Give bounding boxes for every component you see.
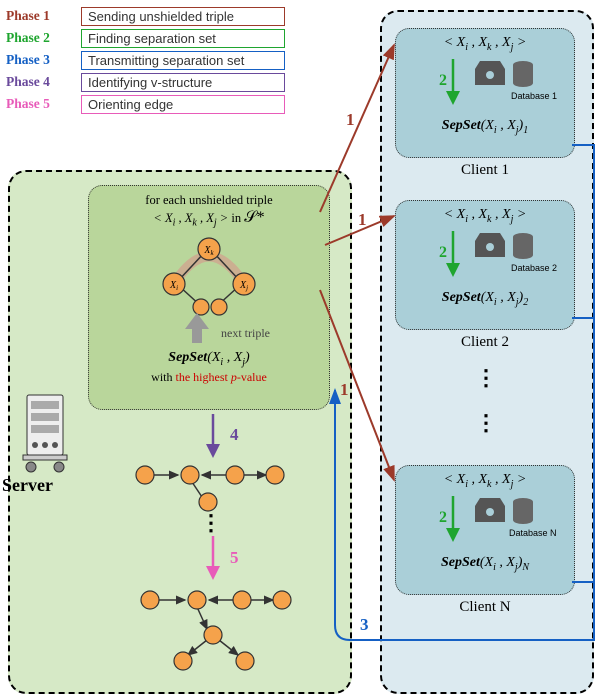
client-box-n: < Xi , Xk , Xj > 2 Database N SepSet(Xi … bbox=[395, 465, 575, 595]
phase-label: Phase 5 bbox=[6, 96, 81, 112]
legend-row: Phase 1 Sending unshielded triple bbox=[6, 6, 285, 26]
server-label: Server bbox=[2, 475, 53, 496]
phase-label: Phase 1 bbox=[6, 8, 81, 24]
triple-caption: for each unshielded triple < Xi , Xk , X… bbox=[97, 192, 321, 230]
final-graph bbox=[135, 585, 295, 675]
client-sepset: SepSet(Xi , Xj)1 bbox=[402, 116, 568, 136]
phase-label: Phase 4 bbox=[6, 74, 81, 90]
phase-desc: Transmitting separation set bbox=[81, 51, 285, 70]
phase4-num: 4 bbox=[230, 425, 239, 445]
server-sepset: SepSet(Xi , Xj) with the highest p-value bbox=[89, 348, 329, 386]
phase-desc: Sending unshielded triple bbox=[81, 7, 285, 26]
phase1-num: 1 bbox=[358, 210, 367, 230]
phase-label: Phase 3 bbox=[6, 52, 81, 68]
next-triple-arrow-icon bbox=[177, 311, 217, 345]
p2-num: 2 bbox=[439, 72, 447, 89]
server-triple-box: for each unshielded triple < Xi , Xk , X… bbox=[88, 185, 330, 410]
legend-row: Phase 4 Identifying v-structure bbox=[6, 72, 285, 92]
client-label: Client N bbox=[395, 599, 575, 616]
client-label: Client 1 bbox=[395, 162, 575, 179]
vdots-icon: ⋮ bbox=[475, 365, 500, 391]
client-triple: < Xi , Xk , Xj > bbox=[402, 207, 568, 225]
set-symbol: 𝒮* bbox=[244, 209, 264, 226]
client-box-2: < Xi , Xk , Xj > 2 Database 2 SepSet(Xi … bbox=[395, 200, 575, 330]
client-triple: < Xi , Xk , Xj > bbox=[402, 35, 568, 53]
phase-desc: Identifying v-structure bbox=[81, 73, 285, 92]
phase-desc: Orienting edge bbox=[81, 95, 285, 114]
phase3-num: 3 bbox=[360, 615, 369, 635]
client-phase2-icon: 2 Database 1 bbox=[435, 55, 535, 109]
vstructure-graph bbox=[130, 460, 290, 510]
legend-row: Phase 3 Transmitting separation set bbox=[6, 50, 285, 70]
server-icon bbox=[20, 395, 70, 473]
triple-graph: Xk Xi Xj bbox=[149, 234, 269, 314]
caption-in: in bbox=[231, 211, 241, 225]
client-phase2-icon: 2 Database 2 bbox=[435, 227, 535, 281]
phase5-arrow-icon bbox=[198, 536, 228, 582]
legend: Phase 1 Sending unshielded triple Phase … bbox=[6, 6, 285, 116]
legend-row: Phase 2 Finding separation set bbox=[6, 28, 285, 48]
phase-label: Phase 2 bbox=[6, 30, 81, 46]
client-box-1: < Xi , Xk , Xj > 2 Database 1 SepSet(Xi … bbox=[395, 28, 575, 158]
phase1-num: 1 bbox=[340, 380, 349, 400]
phase1-num: 1 bbox=[346, 110, 355, 130]
p2-num: 2 bbox=[439, 509, 447, 526]
client-sepset: SepSet(Xi , Xj)2 bbox=[402, 288, 568, 308]
phase5-num: 5 bbox=[230, 548, 239, 568]
client-label: Client 2 bbox=[395, 334, 575, 351]
client-phase2-icon: 2 Database N bbox=[435, 492, 535, 546]
caption1: for each unshielded triple bbox=[145, 193, 272, 207]
db-label: Database 1 bbox=[511, 91, 557, 101]
legend-row: Phase 5 Orienting edge bbox=[6, 94, 285, 114]
db-label: Database 2 bbox=[511, 263, 557, 273]
phase-desc: Finding separation set bbox=[81, 29, 285, 48]
db-label: Database N bbox=[509, 528, 557, 538]
client-sepset: SepSet(Xi , Xj)N bbox=[402, 553, 568, 573]
client-triple: < Xi , Xk , Xj > bbox=[402, 472, 568, 490]
vdots-icon: ⋮ bbox=[475, 410, 500, 436]
p2-num: 2 bbox=[439, 244, 447, 261]
phase4-arrow-icon bbox=[198, 414, 228, 460]
next-triple-label: next triple bbox=[221, 326, 270, 341]
vdots-icon: ⋮ bbox=[200, 510, 225, 536]
